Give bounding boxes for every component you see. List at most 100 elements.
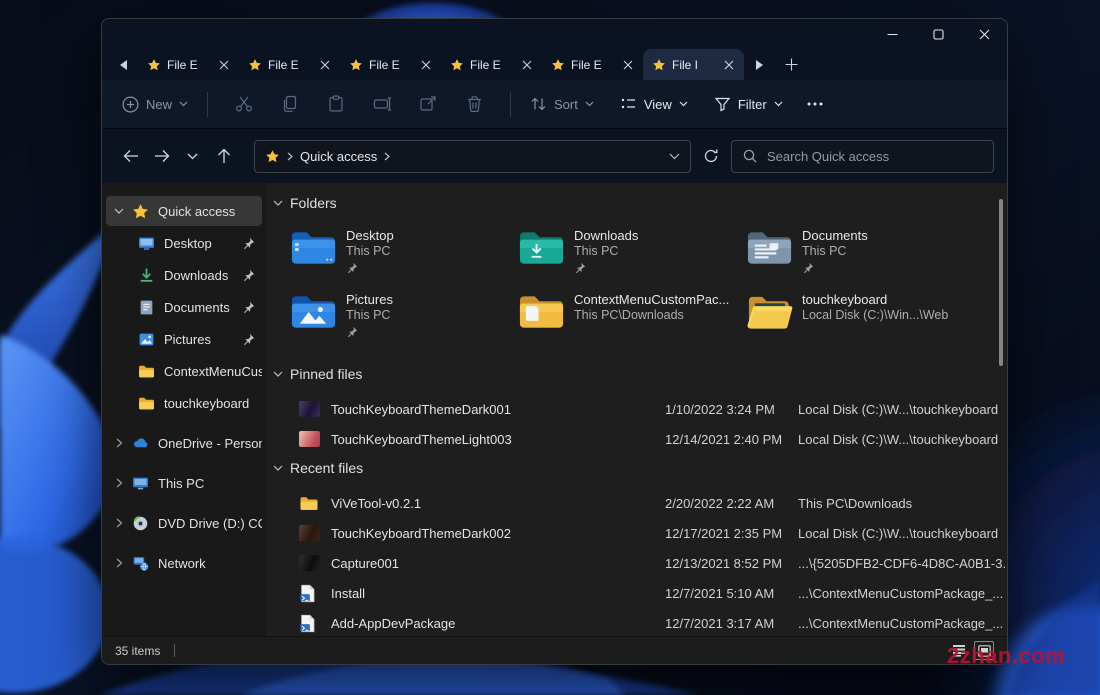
sidebar-item-downloads[interactable]: Downloads xyxy=(106,260,262,290)
tab[interactable]: File E xyxy=(340,49,441,80)
tab-close-icon[interactable] xyxy=(720,56,737,73)
cut-button[interactable] xyxy=(221,87,267,121)
refresh-button[interactable] xyxy=(691,141,731,172)
file-location: ...\ContextMenuCustomPackage_... xyxy=(798,616,1007,631)
new-tab-button[interactable] xyxy=(774,49,808,80)
sidebar-item-this-pc[interactable]: This PC xyxy=(106,468,262,498)
delete-button[interactable] xyxy=(451,87,497,121)
breadcrumb-item[interactable]: Quick access xyxy=(300,149,377,164)
maximize-button[interactable] xyxy=(915,19,961,49)
search-input[interactable]: Search Quick access xyxy=(731,140,994,173)
tab-close-icon[interactable] xyxy=(518,56,535,73)
chevron-right-icon[interactable] xyxy=(106,478,132,488)
sidebar-item-quick-access[interactable]: Quick access xyxy=(106,196,262,226)
folder-tile-pictures[interactable]: Pictures This PC xyxy=(290,291,518,347)
tab-scroll-right-button[interactable] xyxy=(744,49,774,80)
tab-close-icon[interactable] xyxy=(316,56,333,73)
folder-tile-downloads[interactable]: Downloads This PC xyxy=(518,227,746,283)
share-button[interactable] xyxy=(405,87,451,121)
sidebar-item-label: Downloads xyxy=(164,268,242,283)
copy-button[interactable] xyxy=(267,87,313,121)
folder-tile-contextmenucustompac[interactable]: ContextMenuCustomPac... This PC\Download… xyxy=(518,291,746,347)
desktop-folder-icon xyxy=(290,227,337,269)
command-bar: New Sort xyxy=(102,80,1007,129)
file-row[interactable]: TouchKeyboardThemeLight003 12/14/2021 2:… xyxy=(266,424,1007,454)
sort-button[interactable]: Sort xyxy=(524,96,600,112)
quick-access-star-icon xyxy=(265,149,280,164)
sidebar-item-label: OneDrive - Personal xyxy=(158,436,262,451)
tab-active[interactable]: File I xyxy=(643,49,744,80)
section-recent-files-header[interactable]: Recent files xyxy=(266,454,1007,482)
file-name: ViVeTool-v0.2.1 xyxy=(331,496,665,511)
sidebar-item-label: Pictures xyxy=(164,332,242,347)
file-row[interactable]: TouchKeyboardThemeDark001 1/10/2022 3:24… xyxy=(266,394,1007,424)
star-icon xyxy=(349,58,363,72)
script-file-icon xyxy=(299,614,316,633)
sidebar-item-dvd-drive[interactable]: DVD Drive (D:) CCCO xyxy=(106,508,262,538)
vertical-scrollbar[interactable] xyxy=(999,199,1003,366)
file-row[interactable]: Capture001 12/13/2021 8:52 PM ...\{5205D… xyxy=(266,548,1007,578)
file-row[interactable]: Install 12/7/2021 5:10 AM ...\ContextMen… xyxy=(266,578,1007,608)
image-thumbnail xyxy=(299,525,320,541)
address-dropdown-icon[interactable] xyxy=(669,153,680,160)
paste-button[interactable] xyxy=(313,87,359,121)
section-pinned-files-header[interactable]: Pinned files xyxy=(266,360,1007,388)
file-location: This PC\Downloads xyxy=(798,496,1007,511)
tab-close-icon[interactable] xyxy=(619,56,636,73)
rename-button[interactable] xyxy=(359,87,405,121)
new-button[interactable]: New xyxy=(116,96,194,113)
main-area: Quick access Desktop Downloads Documents xyxy=(102,183,1007,636)
section-title: Folders xyxy=(290,195,337,211)
tab-scroll-left-button[interactable] xyxy=(108,49,138,80)
close-button[interactable] xyxy=(961,19,1007,49)
address-bar[interactable]: Quick access xyxy=(254,140,691,173)
sidebar-item-touchkeyboard[interactable]: touchkeyboard xyxy=(106,388,262,418)
chevron-right-icon[interactable] xyxy=(106,438,132,448)
view-button[interactable]: View xyxy=(614,96,694,112)
tab-label: File E xyxy=(167,58,209,72)
chevron-right-icon[interactable] xyxy=(106,518,132,528)
file-row[interactable]: Add-AppDevPackage 12/7/2021 3:17 AM ...\… xyxy=(266,608,1007,636)
chevron-down-icon xyxy=(187,153,198,160)
chevron-right-icon[interactable] xyxy=(106,558,132,568)
folder-icon xyxy=(138,363,155,380)
section-folders-header[interactable]: Folders xyxy=(266,189,1007,217)
back-button[interactable] xyxy=(115,141,146,172)
sidebar-item-onedrive[interactable]: OneDrive - Personal xyxy=(106,428,262,458)
filter-icon xyxy=(714,96,731,112)
folder-tile-desktop[interactable]: Desktop This PC xyxy=(290,227,518,283)
sidebar-item-label: DVD Drive (D:) CCCO xyxy=(158,516,262,531)
tile-name: touchkeyboard xyxy=(802,292,948,308)
tab[interactable]: File E xyxy=(239,49,340,80)
sidebar-item-contextmenucust[interactable]: ContextMenuCust xyxy=(106,356,262,386)
sidebar-item-documents[interactable]: Documents xyxy=(106,292,262,322)
image-thumbnail xyxy=(299,401,320,417)
forward-button[interactable] xyxy=(146,141,177,172)
sidebar-item-pictures[interactable]: Pictures xyxy=(106,324,262,354)
tile-name: Desktop xyxy=(346,228,394,244)
view-icon xyxy=(620,96,637,112)
recent-locations-button[interactable] xyxy=(177,141,208,172)
folder-tile-touchkeyboard[interactable]: touchkeyboard Local Disk (C:)\Win...\Web xyxy=(746,291,974,347)
file-location: Local Disk (C:)\W...\touchkeyboard xyxy=(798,402,1007,417)
chevron-down-icon[interactable] xyxy=(106,208,132,215)
script-file-icon xyxy=(299,584,316,603)
sidebar-item-label: touchkeyboard xyxy=(164,396,262,411)
folder-tile-documents[interactable]: Documents This PC xyxy=(746,227,974,283)
tab-close-icon[interactable] xyxy=(215,56,232,73)
tab-close-icon[interactable] xyxy=(417,56,434,73)
tab[interactable]: File E xyxy=(542,49,643,80)
sidebar-item-network[interactable]: Network xyxy=(106,548,262,578)
up-button[interactable] xyxy=(208,141,239,172)
sidebar-item-desktop[interactable]: Desktop xyxy=(106,228,262,258)
file-row[interactable]: ViVeTool-v0.2.1 2/20/2022 2:22 AM This P… xyxy=(266,488,1007,518)
section-title: Recent files xyxy=(290,460,363,476)
tab[interactable]: File E xyxy=(441,49,542,80)
file-row[interactable]: TouchKeyboardThemeDark002 12/17/2021 2:3… xyxy=(266,518,1007,548)
more-button[interactable] xyxy=(797,87,833,121)
filter-button[interactable]: Filter xyxy=(708,96,789,112)
minimize-button[interactable] xyxy=(869,19,915,49)
documents-icon xyxy=(138,299,155,316)
network-icon xyxy=(132,555,149,572)
tab[interactable]: File E xyxy=(138,49,239,80)
